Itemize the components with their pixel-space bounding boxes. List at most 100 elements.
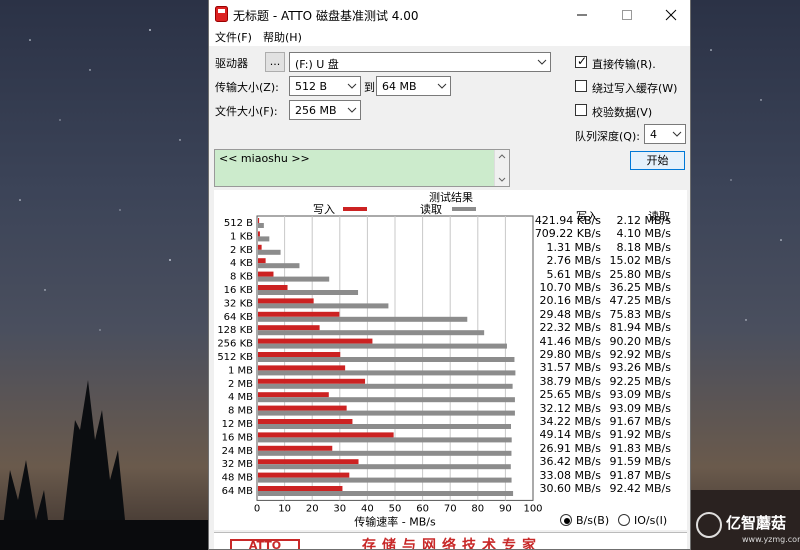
y-tick-label: 32 KB (224, 298, 253, 309)
x-tick-label: 30 (333, 503, 346, 514)
file-size-value: 256 MB (295, 104, 337, 117)
y-tick-label: 4 MB (228, 392, 253, 403)
read-result-value: 91.92 MB/s (609, 428, 671, 442)
x-tick-label: 60 (416, 503, 429, 514)
scroll-arrows-icon (498, 154, 506, 182)
write-bar (258, 311, 340, 317)
write-result-value: 1.31 MB/s (546, 240, 601, 254)
minimize-button[interactable] (562, 0, 602, 28)
desktop-night-sky (691, 49, 800, 550)
read-bar (258, 236, 270, 242)
browse-button[interactable]: ... (265, 52, 285, 72)
write-result-value: 22.32 MB/s (539, 321, 601, 335)
write-bar (258, 459, 359, 465)
write-bar (258, 352, 341, 357)
direct-io-label: 直接传输(R). (592, 58, 656, 71)
read-bar (258, 249, 281, 255)
write-bar (258, 298, 314, 304)
read-bar (258, 491, 514, 496)
queue-depth-label: 队列深度(Q): (575, 130, 640, 143)
y-tick-label: 512 B (224, 218, 253, 229)
write-bar (258, 231, 260, 237)
queue-depth-select[interactable]: 4 (644, 124, 686, 144)
read-result-value: 92.25 MB/s (609, 374, 671, 388)
write-bar (258, 432, 394, 438)
desktop-night-sky (0, 29, 208, 550)
read-bar (258, 263, 300, 269)
menu-bar: 文件(F) 帮助(H) (209, 28, 690, 46)
read-bar (258, 276, 330, 282)
write-bar (258, 271, 274, 277)
write-result-value: 29.80 MB/s (539, 348, 601, 361)
legend-write-swatch (343, 207, 367, 211)
read-result-value: 75.83 MB/s (609, 307, 671, 321)
legend-read-label: 读取 (420, 202, 442, 216)
chevron-down-icon (347, 83, 357, 89)
checkbox-box (575, 104, 587, 116)
menu-help[interactable]: 帮助(H) (263, 29, 302, 45)
window-title: 无标题 - ATTO 磁盘基准测试 4.00 (233, 9, 419, 23)
write-bar (258, 338, 373, 344)
read-result-value: 91.67 MB/s (609, 415, 671, 428)
checkbox-box: ✓ (575, 54, 588, 68)
watermark-url: www.yzmg.com (742, 535, 800, 544)
read-bar (258, 477, 512, 483)
write-result-value: 20.16 MB/s (539, 294, 601, 308)
y-tick-label: 2 MB (228, 379, 253, 390)
x-tick-label: 0 (254, 503, 260, 514)
menu-file[interactable]: 文件(F) (215, 29, 252, 45)
radio-dot (564, 518, 570, 524)
x-tick-label: 90 (499, 503, 512, 514)
x-tick-label: 40 (361, 503, 374, 514)
write-bar (258, 258, 266, 264)
title-bar[interactable]: 无标题 - ATTO 磁盘基准测试 4.00 (209, 0, 690, 28)
maximize-button[interactable] (607, 0, 647, 28)
read-result-value: 92.92 MB/s (609, 348, 671, 361)
x-tick-label: 50 (389, 503, 402, 514)
write-result-value: 709.22 KB/s (534, 227, 601, 241)
description-textbox[interactable]: << miaoshu >> (214, 149, 510, 187)
description-scrollbar[interactable] (494, 150, 509, 186)
disk-app-icon (215, 6, 228, 22)
y-tick-label: 12 MB (222, 419, 254, 430)
write-result-value: 29.48 MB/s (539, 307, 601, 321)
start-button[interactable]: 开始 (630, 151, 685, 170)
write-result-value: 26.91 MB/s (539, 441, 601, 455)
minimize-icon (577, 14, 587, 16)
verify-data-label: 校验数据(V) (592, 106, 653, 119)
write-result-value: 25.65 MB/s (539, 388, 601, 402)
site-watermark: 亿智蘑菇 www.yzmg.com (694, 510, 800, 550)
read-result-value: 92.42 MB/s (609, 482, 671, 495)
y-tick-label: 1 KB (230, 231, 253, 242)
transfer-size-to-select[interactable]: 64 MB (376, 76, 451, 96)
drive-select[interactable]: (F:) U 盘 (289, 52, 551, 72)
write-bar (258, 392, 329, 398)
write-result-value: 34.22 MB/s (539, 415, 601, 428)
write-result-value: 30.60 MB/s (539, 482, 601, 495)
write-result-value: 38.79 MB/s (539, 374, 601, 388)
y-tick-label: 16 MB (222, 432, 254, 443)
read-result-value: 81.94 MB/s (609, 321, 671, 335)
close-button[interactable] (651, 0, 690, 28)
read-bar (258, 303, 389, 309)
read-bar (258, 437, 512, 443)
atto-banner: ATTO 存储与网络技术专家 (214, 532, 687, 550)
write-result-value: 36.42 MB/s (539, 455, 601, 469)
write-result-value: 31.57 MB/s (539, 361, 601, 375)
transfer-size-from-select[interactable]: 512 B (289, 76, 361, 96)
read-result-value: 93.09 MB/s (609, 401, 671, 415)
checkmark-icon: ✓ (577, 54, 588, 68)
read-bar (258, 410, 515, 416)
read-bar (258, 223, 264, 228)
transfer-from-value: 512 B (295, 80, 328, 93)
read-bar (258, 357, 515, 362)
read-bar (258, 343, 507, 349)
banner-slogan: 存储与网络技术专家 (362, 538, 542, 550)
write-result-value: 5.61 MB/s (546, 267, 601, 281)
read-bar (258, 370, 516, 376)
file-size-select[interactable]: 256 MB (289, 100, 361, 120)
y-tick-label: 1 MB (228, 365, 253, 376)
atto-logo: ATTO (230, 539, 300, 549)
read-result-value: 36.25 MB/s (609, 281, 671, 294)
write-bar (258, 285, 288, 290)
